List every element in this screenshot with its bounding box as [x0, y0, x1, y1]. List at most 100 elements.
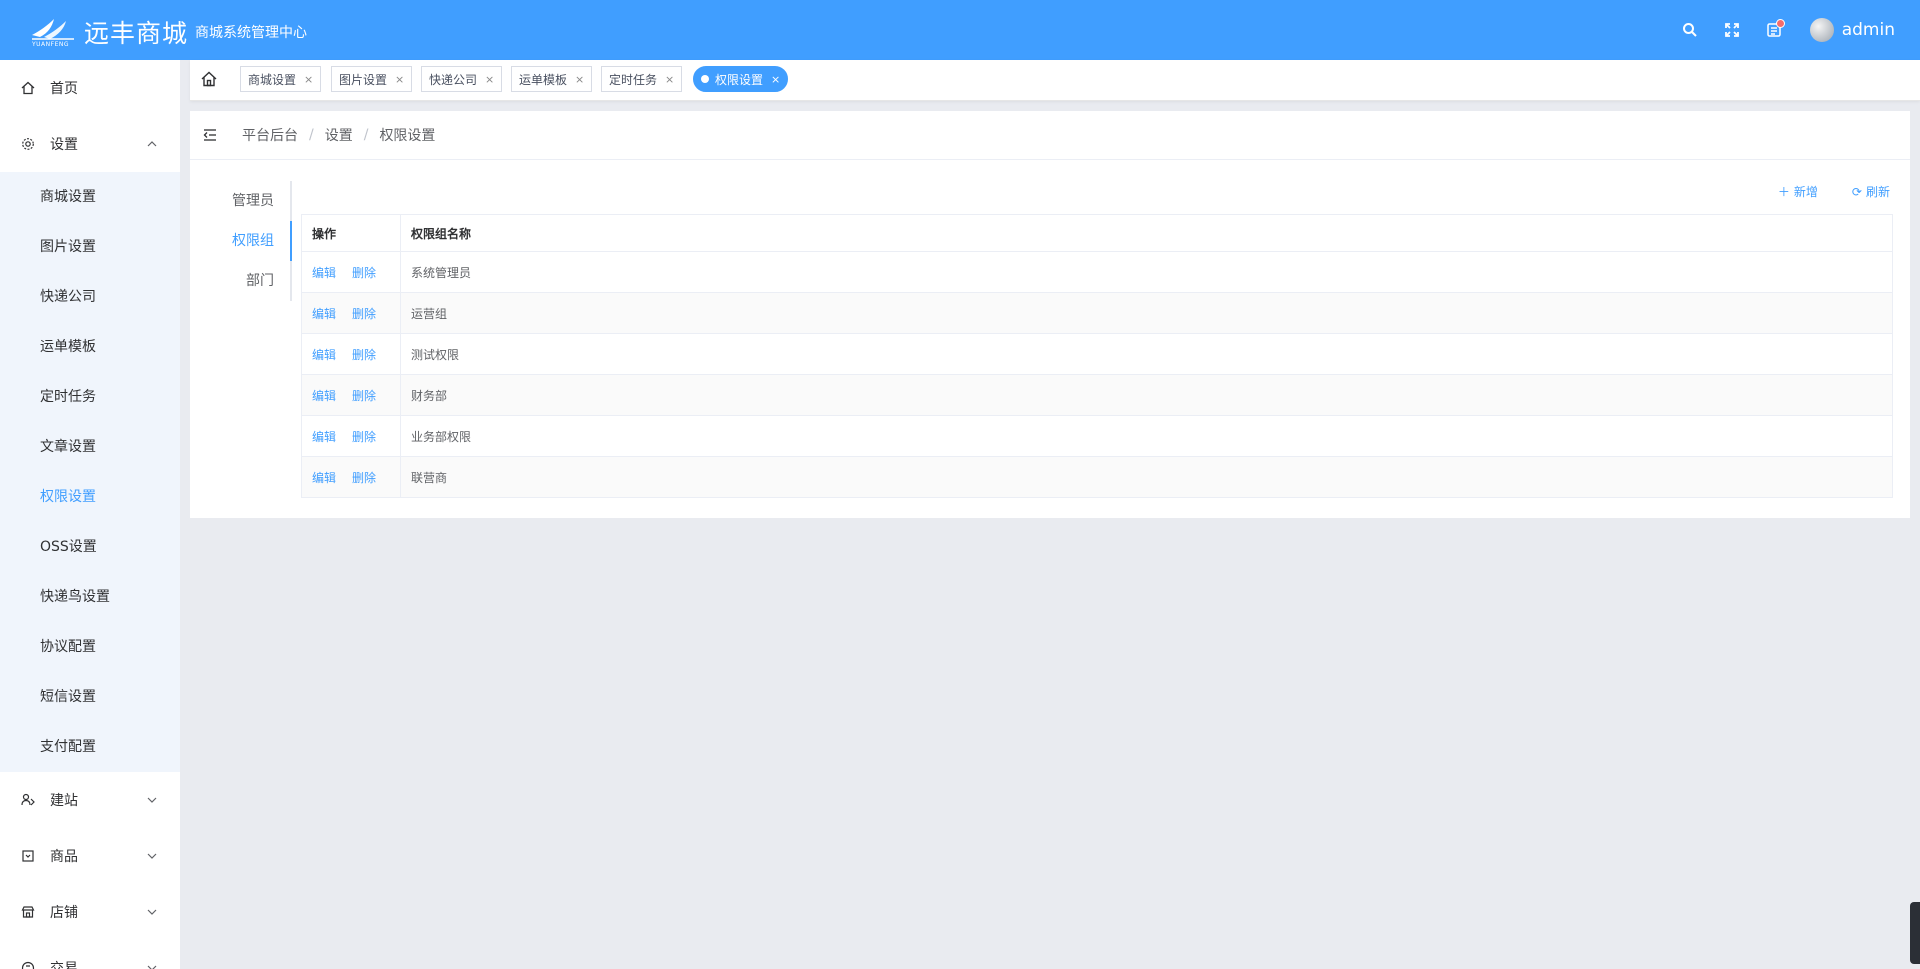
column-header-actions: 操作 — [302, 215, 401, 251]
edit-link[interactable]: 编辑 — [312, 387, 336, 404]
sidebar-sub-item[interactable]: 商城设置 — [0, 172, 180, 222]
tab-label: 图片设置 — [339, 72, 388, 87]
avatar[interactable] — [1809, 18, 1834, 42]
logo-text: 远丰商城 — [84, 19, 189, 48]
edit-link[interactable]: 编辑 — [312, 264, 336, 281]
row-actions: 编辑 删除 — [302, 334, 401, 374]
tab-admins[interactable]: 管理员 — [190, 181, 292, 221]
table-toolbar: ＋ 新增 ⟳ 刷新 — [1744, 183, 1890, 200]
table-row: 编辑 删除 联营商 — [302, 457, 1892, 498]
edit-link[interactable]: 编辑 — [312, 469, 336, 486]
tabs-bar: 商城设置 × 图片设置 × 快递公司 × 运单模板 × 定时任务 × 权限设置 … — [190, 60, 1920, 101]
delete-link[interactable]: 删除 — [352, 428, 376, 445]
add-button-label: 新增 — [1793, 185, 1818, 199]
logo-subtext: YUANFENG — [32, 41, 70, 48]
table-row: 编辑 删除 运营组 — [302, 293, 1892, 334]
sidebar-sub-item[interactable]: 运单模板 — [0, 322, 180, 372]
fullscreen-icon[interactable] — [1722, 20, 1742, 40]
system-subtitle: 商城系统管理中心 — [195, 25, 307, 41]
breadcrumb-separator: / — [363, 127, 369, 143]
table-row: 编辑 删除 财务部 — [302, 375, 1892, 416]
sidebar-item-goods[interactable]: 商品 — [0, 828, 180, 884]
sidebar-item-label: 首页 — [50, 81, 78, 97]
vertical-tabs-active-bar — [290, 221, 292, 261]
table-row: 编辑 删除 业务部权限 — [302, 416, 1892, 457]
edit-link[interactable]: 编辑 — [312, 346, 336, 363]
close-icon[interactable]: × — [665, 73, 674, 86]
row-actions: 编辑 删除 — [302, 293, 401, 333]
row-actions: 编辑 删除 — [302, 252, 401, 292]
tab-mall-settings[interactable]: 商城设置 × — [240, 66, 322, 92]
sidebar-item-shop[interactable]: 店铺 — [0, 884, 180, 940]
logo-mark-icon: YUANFENG — [30, 17, 78, 48]
tab-image-settings[interactable]: 图片设置 × — [331, 66, 413, 92]
sidebar-sub-item[interactable]: 协议配置 — [0, 622, 180, 672]
close-icon[interactable]: × — [395, 73, 404, 86]
header-actions: admin — [1658, 0, 1895, 60]
refresh-button-label: 刷新 — [1865, 185, 1890, 199]
sidebar-sub-item-active[interactable]: 权限设置 — [0, 472, 180, 522]
username[interactable]: admin — [1842, 20, 1895, 40]
breadcrumb: 平台后台 / 设置 / 权限设置 — [190, 111, 1910, 160]
edit-link[interactable]: 编辑 — [312, 305, 336, 322]
add-button[interactable]: ＋ 新增 — [1778, 183, 1818, 200]
sidebar-item-trade[interactable]: 交易 — [0, 940, 180, 969]
refresh-button[interactable]: ⟳ 刷新 — [1852, 183, 1890, 200]
tab-label: 商城设置 — [248, 72, 297, 87]
tab-scheduled-tasks[interactable]: 定时任务 × — [601, 66, 683, 92]
active-dot — [701, 75, 709, 83]
home-icon[interactable] — [200, 70, 220, 90]
sidebar-item-label: 店铺 — [50, 905, 78, 921]
sidebar-sub-item[interactable]: 文章设置 — [0, 422, 180, 472]
floating-side-widget[interactable] — [1910, 902, 1920, 964]
close-icon[interactable]: × — [485, 73, 494, 86]
tab-label: 运单模板 — [519, 72, 568, 87]
delete-link[interactable]: 删除 — [352, 387, 376, 404]
gear-icon — [20, 136, 36, 152]
chevron-down-icon — [146, 906, 158, 918]
collapse-menu-icon[interactable] — [202, 127, 218, 143]
message-icon[interactable] — [1764, 19, 1785, 40]
sidebar-sub-item[interactable]: 支付配置 — [0, 722, 180, 772]
site-icon — [20, 792, 36, 808]
group-name-cell: 联营商 — [411, 470, 448, 485]
tab-label: 快递公司 — [429, 72, 478, 87]
sidebar-item-home[interactable]: 首页 — [0, 60, 180, 116]
sidebar-sub-item[interactable]: 定时任务 — [0, 372, 180, 422]
row-actions: 编辑 删除 — [302, 375, 401, 415]
edit-link[interactable]: 编辑 — [312, 428, 336, 445]
sidebar: 首页 设置 商城设置 图片设置 快递公司 运单模板 定时任务 文章设置 权限设置… — [0, 60, 180, 969]
sidebar-sub-item[interactable]: 图片设置 — [0, 222, 180, 272]
sidebar-sub-item[interactable]: 快递公司 — [0, 272, 180, 322]
sidebar-sub-item[interactable]: 快递鸟设置 — [0, 572, 180, 622]
delete-link[interactable]: 删除 — [352, 305, 376, 322]
delete-link[interactable]: 删除 — [352, 469, 376, 486]
sidebar-item-build[interactable]: 建站 — [0, 772, 180, 828]
tab-waybill-template[interactable]: 运单模板 × — [511, 66, 593, 92]
tab-departments[interactable]: 部门 — [190, 261, 292, 301]
breadcrumb-current: 权限设置 — [379, 128, 436, 144]
vertical-tabs: 管理员 权限组 部门 — [190, 181, 292, 301]
delete-link[interactable]: 删除 — [352, 346, 376, 363]
group-name-cell: 系统管理员 — [411, 265, 472, 280]
table-header-row: 操作 权限组名称 — [302, 215, 1892, 252]
tab-express-company[interactable]: 快递公司 × — [421, 66, 503, 92]
logo[interactable]: YUANFENG 远丰商城 — [30, 14, 188, 50]
trade-icon — [20, 960, 36, 969]
sidebar-sub-item[interactable]: 短信设置 — [0, 672, 180, 722]
sidebar-item-settings[interactable]: 设置 — [0, 116, 180, 172]
sidebar-sub-item[interactable]: OSS设置 — [0, 522, 180, 572]
group-name-cell: 运营组 — [411, 306, 448, 321]
close-icon[interactable]: × — [304, 73, 313, 86]
breadcrumb-item[interactable]: 设置 — [325, 125, 353, 145]
tab-permission-groups[interactable]: 权限组 — [190, 221, 292, 261]
tab-label: 权限设置 — [715, 72, 764, 87]
breadcrumb-item[interactable]: 平台后台 — [242, 125, 298, 145]
close-icon[interactable]: × — [771, 73, 780, 86]
tab-permission-settings[interactable]: 权限设置 × — [693, 66, 789, 92]
delete-link[interactable]: 删除 — [352, 264, 376, 281]
close-icon[interactable]: × — [575, 73, 584, 86]
search-icon[interactable] — [1680, 20, 1700, 40]
group-name-cell: 测试权限 — [411, 347, 460, 362]
sidebar-item-label: 商品 — [50, 849, 78, 865]
